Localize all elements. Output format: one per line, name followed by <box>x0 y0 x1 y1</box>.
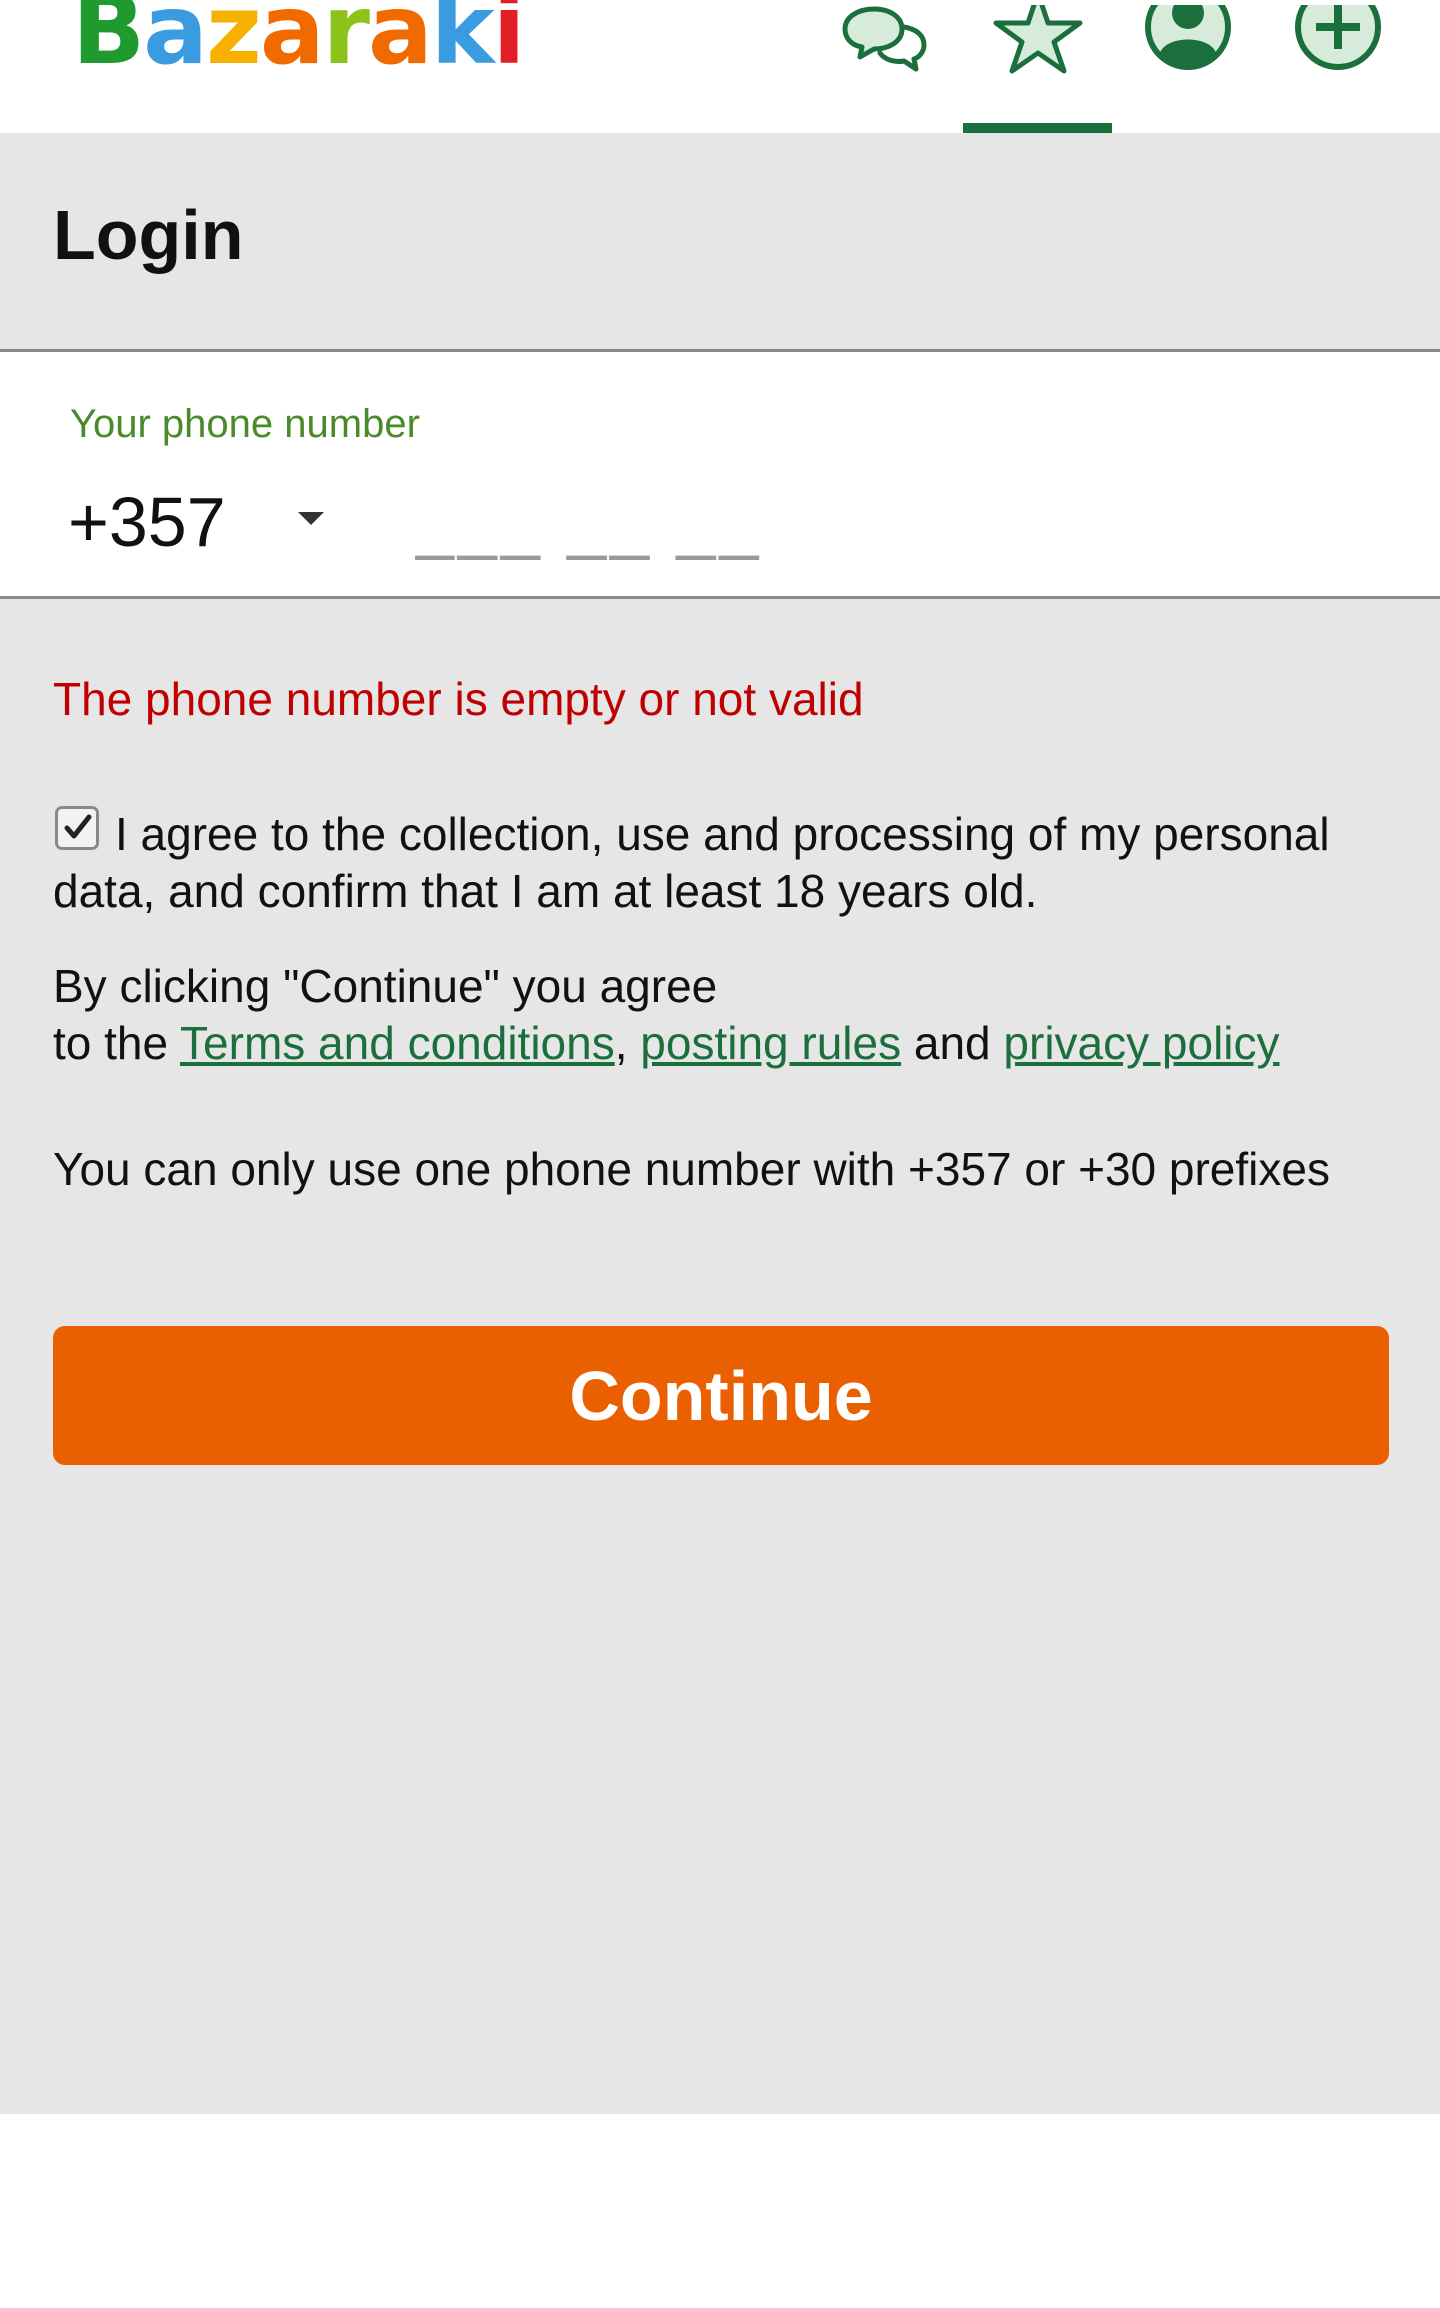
phone-input[interactable] <box>415 477 1375 567</box>
consent-text: I agree to the collection, use and proce… <box>53 808 1330 917</box>
checkmark-icon <box>64 814 92 839</box>
terms-prefix: to the <box>53 1017 181 1069</box>
profile-icon[interactable] <box>1133 0 1243 75</box>
bazaraki-logo[interactable]: Bazaraki <box>72 0 525 78</box>
consent-checkbox[interactable] <box>55 806 99 850</box>
continue-button[interactable]: Continue <box>53 1326 1389 1465</box>
favorites-icon[interactable] <box>983 0 1093 75</box>
country-code-select[interactable]: +357 <box>68 487 226 557</box>
consent-block: I agree to the collection, use and proce… <box>53 806 1393 920</box>
posting-rules-link[interactable]: posting rules <box>640 1017 901 1069</box>
phone-field-container: Your phone number +357 <box>0 349 1440 599</box>
phone-error-message: The phone number is empty or not valid <box>53 673 864 725</box>
terms-notice: By clicking "Continue" you agree to the … <box>53 958 1413 1072</box>
privacy-policy-link[interactable]: privacy policy <box>1003 1017 1279 1069</box>
phone-label: Your phone number <box>70 402 420 446</box>
terms-link[interactable]: Terms and conditions <box>180 1017 615 1069</box>
terms-line1: By clicking "Continue" you agree <box>53 960 718 1012</box>
prefix-note: You can only use one phone number with +… <box>53 1143 1330 1195</box>
chevron-down-icon[interactable] <box>298 512 324 525</box>
terms-comma: , <box>614 1017 628 1069</box>
active-tab-indicator <box>963 123 1112 133</box>
add-listing-icon[interactable] <box>1283 0 1393 75</box>
and-text: and <box>901 1017 1004 1069</box>
page-title: Login <box>53 196 244 274</box>
chat-icon[interactable] <box>832 0 942 75</box>
top-header: Bazaraki <box>0 0 1440 133</box>
